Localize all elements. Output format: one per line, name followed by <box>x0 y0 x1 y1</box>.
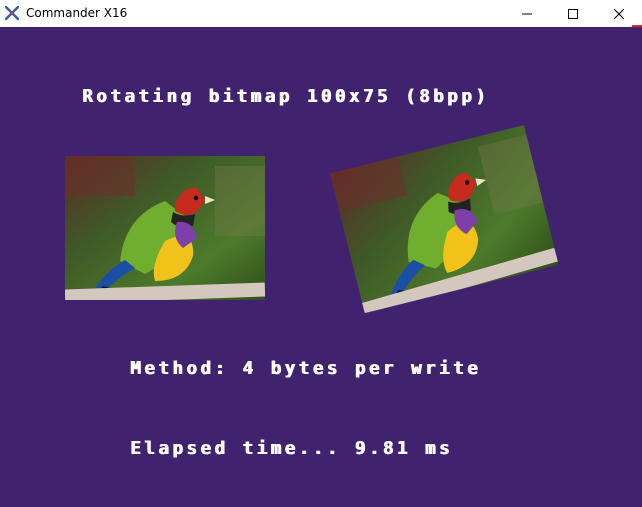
emulator-window: Commander X16 Rotating bitmap 100x75 (8b… <box>0 0 642 507</box>
original-bitmap <box>65 156 265 306</box>
title-bar[interactable]: Commander X16 <box>0 0 642 28</box>
close-icon <box>614 8 624 19</box>
emulator-screen[interactable]: Rotating bitmap 100x75 (8bpp) Method: 4 … <box>0 27 642 507</box>
commander-x16-icon <box>4 5 20 21</box>
close-button[interactable] <box>596 0 642 27</box>
window-title: Commander X16 <box>26 6 128 20</box>
maximize-button[interactable] <box>550 0 596 27</box>
method-label: Method: 4 bytes per write <box>130 359 481 379</box>
minimize-icon <box>522 13 532 14</box>
minimize-button[interactable] <box>504 0 550 27</box>
demo-heading: Rotating bitmap 100x75 (8bpp) <box>82 87 490 107</box>
rotated-bitmap <box>329 125 561 319</box>
elapsed-time-label: Elapsed time... 9.81 ms <box>130 439 453 459</box>
maximize-icon <box>568 8 578 19</box>
